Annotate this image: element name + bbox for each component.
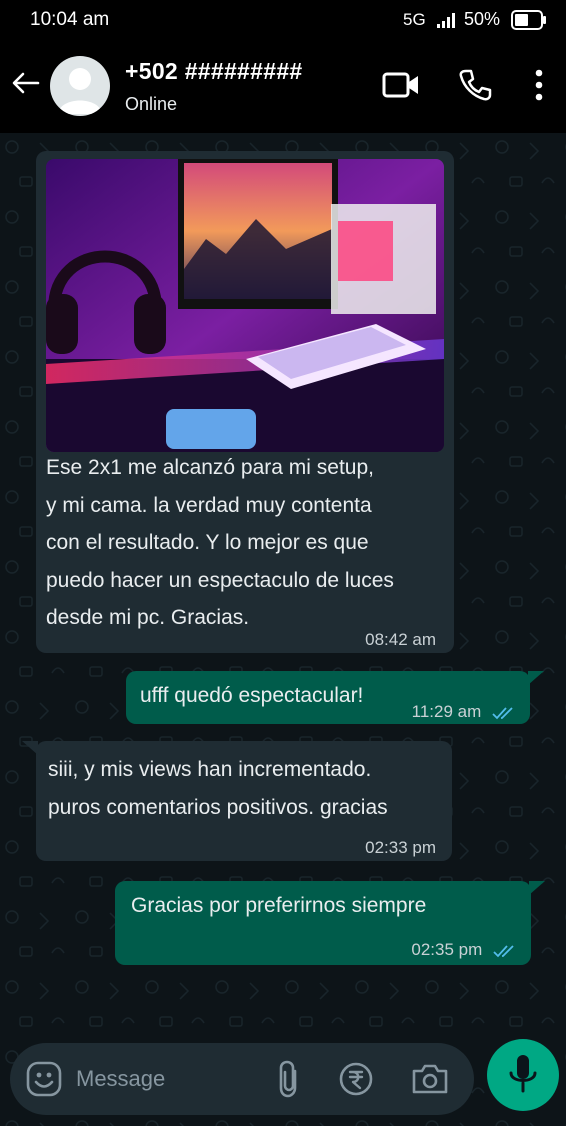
incoming-message-bubble[interactable]: Ese 2x1 me alcanzó para mi setup, y mi c… (36, 151, 454, 653)
outgoing-message-bubble[interactable]: ufff quedó espectacular! 11:29 am (126, 671, 544, 724)
gaming-setup-image (46, 159, 444, 452)
battery-icon (511, 10, 546, 30)
message-line: siii, y mis views han incrementado. (48, 758, 372, 781)
message-line: con el resultado. Y lo mejor es que (46, 531, 369, 554)
status-bar: 10:04 am 5G 50% (0, 0, 566, 40)
chat-header: +502 ######### Online (0, 40, 566, 133)
contact-name[interactable]: +502 ######### (125, 58, 303, 85)
contact-status: Online (125, 94, 178, 114)
bubble-tail (529, 881, 545, 895)
phone-icon[interactable] (458, 68, 492, 102)
message-text: Gracias por preferirnos siempre (131, 894, 427, 917)
avatar[interactable] (50, 56, 110, 116)
attach-icon[interactable] (276, 1059, 302, 1099)
mic-icon (509, 1055, 537, 1093)
mic-button[interactable] (487, 1039, 559, 1111)
setup-photo[interactable] (46, 159, 444, 452)
rupee-payment-icon[interactable] (338, 1061, 374, 1097)
message-time: 11:29 am (412, 693, 516, 731)
default-avatar-icon (58, 68, 102, 114)
message-line: puros comentarios positivos. gracias (48, 795, 388, 819)
status-time: 10:04 am (30, 9, 110, 30)
message-line: Ese 2x1 me alcanzó para mi setup, (46, 456, 375, 479)
bubble-tail (22, 741, 38, 755)
more-vert-icon[interactable] (530, 68, 548, 104)
bubble-tail (528, 671, 544, 685)
network-type: 5G (403, 10, 426, 29)
chat-area[interactable]: Ese 2x1 me alcanzó para mi setup, y mi c… (0, 133, 566, 1126)
message-line: desde mi pc. Gracias. (46, 606, 250, 629)
message-time: 08:42 am (365, 630, 436, 649)
message-time: 02:35 pm (411, 931, 517, 969)
message-line: puedo hacer un espectaculo de luces (46, 568, 394, 592)
outgoing-message-bubble[interactable]: Gracias por preferirnos siempre 02:35 pm (115, 881, 545, 965)
back-arrow-icon[interactable] (8, 66, 42, 100)
message-text: siii, y mis views han incrementado. puro… (48, 751, 388, 826)
battery-percent: 50% (464, 9, 501, 29)
message-time: 02:33 pm (365, 838, 436, 857)
camera-icon[interactable] (410, 1063, 450, 1095)
message-line: y mi cama. la verdad muy contenta (46, 493, 372, 517)
message-composer[interactable]: Message (10, 1043, 474, 1115)
message-text: ufff quedó espectacular! (140, 684, 364, 707)
read-double-check-icon (493, 944, 514, 957)
read-double-check-icon (492, 706, 513, 719)
signal-icon (437, 13, 455, 28)
emoji-icon[interactable] (26, 1061, 62, 1097)
message-time-text: 02:35 pm (411, 940, 483, 959)
video-call-icon[interactable] (382, 68, 420, 102)
message-text: Ese 2x1 me alcanzó para mi setup, y mi c… (46, 449, 394, 637)
message-input[interactable]: Message (76, 1066, 165, 1092)
incoming-message-bubble[interactable]: siii, y mis views han incrementado. puro… (22, 741, 452, 861)
message-time-text: 11:29 am (411, 702, 482, 721)
